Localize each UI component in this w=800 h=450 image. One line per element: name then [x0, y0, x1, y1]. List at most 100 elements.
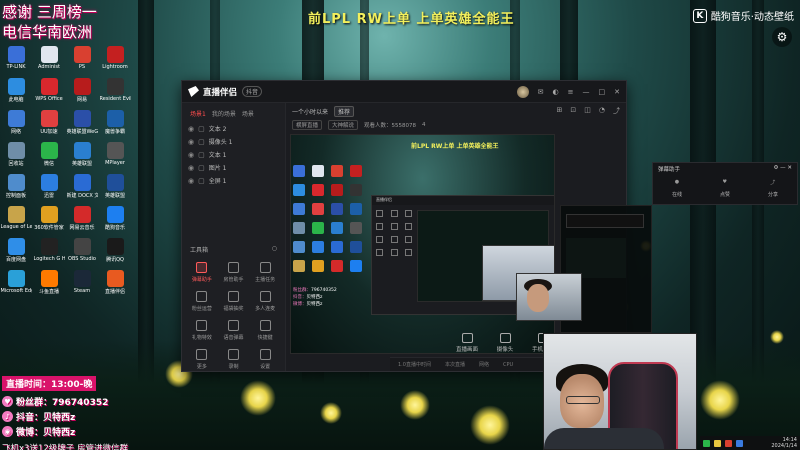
tray-icon-yellow[interactable]: [714, 439, 721, 447]
toolbox-item[interactable]: 弹幕助手: [186, 262, 218, 283]
toolbox-item[interactable]: 多人连麦: [249, 291, 281, 312]
desktop-icon[interactable]: Administ: [33, 44, 65, 76]
close-icon[interactable]: ✕: [614, 88, 620, 96]
toolbox-settings-icon[interactable]: ○: [272, 245, 277, 254]
desktop-icon[interactable]: TP-LINK: [0, 44, 32, 76]
desktop-icon[interactable]: OBS Studio: [66, 236, 98, 268]
bell-icon[interactable]: ◔: [599, 106, 605, 116]
desktop-icon[interactable]: 直播伴侣: [99, 268, 131, 300]
desktop-icon[interactable]: 新建 DOCX 文档: [66, 172, 98, 204]
eye-icon[interactable]: ◉: [188, 164, 194, 172]
scene-source-item[interactable]: ◉ ▢ 摄像头 1: [182, 135, 285, 148]
desktop-icon[interactable]: 微信: [33, 140, 65, 172]
category-pill[interactable]: 大神解说: [328, 120, 359, 130]
settings-button[interactable]: ⚙: [772, 27, 792, 47]
orientation-pill[interactable]: 横屏直播: [292, 120, 323, 130]
desktop-icon[interactable]: Microsoft Edge: [0, 268, 32, 300]
toolbox-item[interactable]: 礼物特效: [186, 320, 218, 341]
eye-icon[interactable]: ◉: [188, 138, 194, 146]
small-webcam-window[interactable]: [516, 273, 582, 321]
desktop-icon[interactable]: 魔兽争霸: [99, 108, 131, 140]
desktop-icon[interactable]: 网易: [66, 76, 98, 108]
toolbox-item[interactable]: 语音弹幕: [218, 320, 250, 341]
desktop-icon[interactable]: MPlayer: [99, 140, 131, 172]
share-icon[interactable]: ⤴: [613, 106, 620, 116]
fans-group-row: ♥ 粉丝群：796740352: [2, 394, 172, 409]
lock-icon[interactable]: ▢: [198, 138, 205, 146]
desktop-icon[interactable]: 360软件管家: [33, 204, 65, 236]
tool-label: 录制: [228, 364, 239, 370]
online-icon: ●: [674, 179, 680, 185]
toolbox-item[interactable]: 粉丝运营: [186, 291, 218, 312]
desktop-icon[interactable]: 迅雷: [33, 172, 65, 204]
skin-icon[interactable]: ◐: [553, 88, 559, 96]
eye-icon[interactable]: ◉: [188, 125, 194, 133]
desktop-icon[interactable]: 英雄联盟WeGame: [66, 108, 98, 140]
eye-icon[interactable]: ◉: [188, 177, 194, 185]
desktop-icon[interactable]: Logitech G HUB: [33, 236, 65, 268]
desktop-icon[interactable]: UU加速: [33, 108, 65, 140]
live-preview[interactable]: 前LPL RW上单 上单英雄全能王 直播伴侣 粉丝群：796740352 抖音：贝…: [290, 134, 555, 354]
mail-icon[interactable]: ✉: [538, 88, 544, 96]
eye-icon[interactable]: ◉: [188, 151, 194, 159]
toolbox-item[interactable]: 房管助手: [218, 262, 250, 283]
gift-icon[interactable]: ◫: [584, 106, 591, 116]
clock[interactable]: 14:14 2024/1/14: [771, 437, 797, 449]
tool-label: 粉丝运营: [191, 306, 212, 312]
capture-source-button[interactable]: 直播画面: [454, 333, 480, 353]
assistant-controls[interactable]: ⚙ — ✕: [773, 165, 792, 173]
desktop-icon[interactable]: PS: [66, 44, 98, 76]
desktop-icon[interactable]: 控制面板: [0, 172, 32, 204]
maximize-icon[interactable]: □: [599, 88, 606, 96]
lock-icon[interactable]: ⊡: [570, 106, 576, 116]
tab-my-scenes[interactable]: 我的场景: [212, 109, 236, 118]
scene-source-item[interactable]: ◉ ▢ 文本 1: [182, 148, 285, 161]
desktop-icon[interactable]: 此电脑: [0, 76, 32, 108]
share-screen-icon[interactable]: ⊞: [557, 106, 563, 116]
desktop-icon[interactable]: 百度网盘: [0, 236, 32, 268]
wechat-tray-icon[interactable]: [703, 439, 710, 447]
desktop-icon[interactable]: 斗鱼直播: [33, 268, 65, 300]
desktop-icon[interactable]: 酷狗音乐: [99, 204, 131, 236]
desktop-icon[interactable]: Resident Evil Village: [99, 76, 131, 108]
lock-icon[interactable]: ▢: [198, 125, 205, 133]
scene-source-item[interactable]: ◉ ▢ 文本 2: [182, 122, 285, 135]
tool-icon: [227, 262, 239, 273]
desktop-icon[interactable]: 英雄联盟: [66, 140, 98, 172]
desktop-icon[interactable]: 网易云音乐: [66, 204, 98, 236]
lock-icon[interactable]: ▢: [198, 151, 205, 159]
menu-icon[interactable]: ≡: [568, 88, 574, 96]
avatar[interactable]: [516, 85, 529, 98]
tab-scene-1[interactable]: 场景1: [190, 109, 206, 118]
scene-source-item[interactable]: ◉ ▢ 图片 1: [182, 161, 285, 174]
toolbox-item[interactable]: 录制: [218, 349, 250, 370]
app-title: 直播伴侣: [203, 87, 238, 98]
desktop-icon[interactable]: 网络: [0, 108, 32, 140]
toolbox-item[interactable]: 主播任务: [249, 262, 281, 283]
preview-app-icon: [293, 184, 305, 196]
desktop-icon[interactable]: 英雄联盟: [99, 172, 131, 204]
app-icon: [7, 206, 25, 223]
toolbox-item[interactable]: 福袋抽奖: [218, 291, 250, 312]
desktop-icon[interactable]: WPS Office: [33, 76, 65, 108]
desktop-icon[interactable]: Lightroom: [99, 44, 131, 76]
tab-scene[interactable]: 场景: [242, 109, 254, 118]
scene-source-label: 摄像头 1: [208, 139, 233, 146]
desktop-icon[interactable]: Steam: [66, 268, 98, 300]
lock-icon[interactable]: ▢: [198, 177, 205, 185]
desktop-icon[interactable]: League of Legends: [0, 204, 32, 236]
capture-source-button[interactable]: 摄像头: [492, 333, 518, 353]
tray-icon-blue[interactable]: [736, 439, 743, 447]
minimize-icon[interactable]: —: [583, 88, 590, 96]
platform-badge[interactable]: 抖音: [242, 86, 263, 97]
app-icon: [40, 110, 58, 127]
toolbox-item[interactable]: 更多: [186, 349, 218, 370]
toolbox-item[interactable]: 快捷键: [249, 320, 281, 341]
tray-icon-red[interactable]: [725, 439, 732, 447]
recommend-button[interactable]: 推荐: [334, 105, 355, 117]
toolbox-item[interactable]: 设置: [249, 349, 281, 370]
scene-source-item[interactable]: ◉ ▢ 全屏 1: [182, 174, 285, 187]
desktop-icon[interactable]: 腾讯QQ: [99, 236, 131, 268]
lock-icon[interactable]: ▢: [198, 164, 205, 172]
desktop-icon[interactable]: 回收站: [0, 140, 32, 172]
